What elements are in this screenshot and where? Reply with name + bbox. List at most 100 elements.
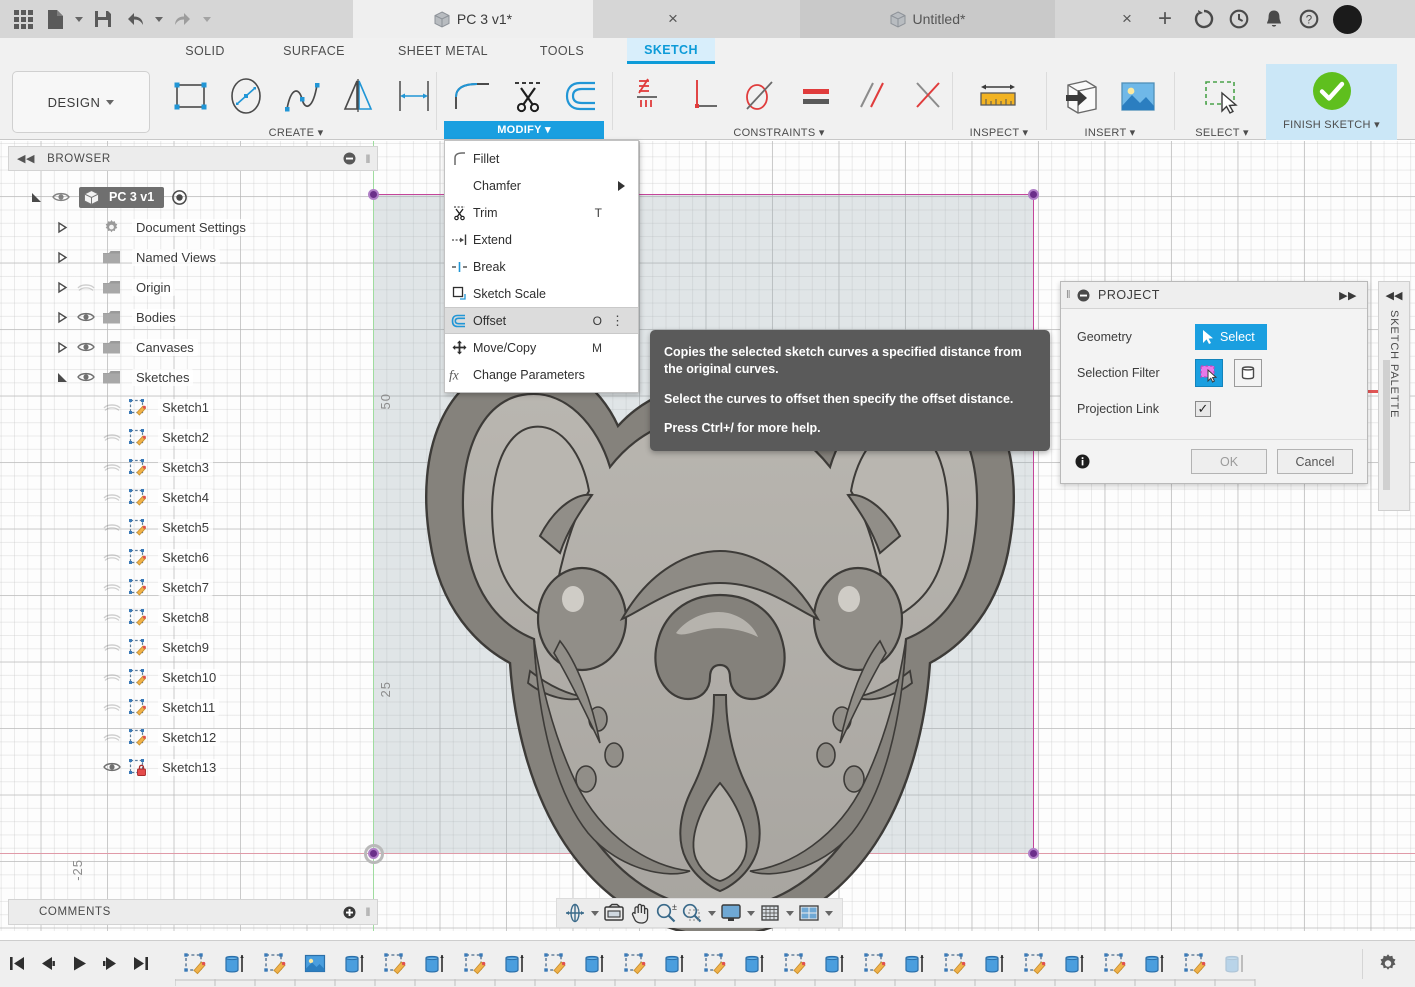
close-tab-2-icon[interactable]: × [1122,9,1132,29]
minus-circle-icon[interactable] [1077,289,1090,302]
tree-item-sketch11[interactable]: Sketch11 [8,692,378,722]
select-window-icon[interactable] [1194,70,1250,122]
panel-create-label[interactable]: CREATE ▾ [162,126,430,139]
tangent-icon[interactable] [732,70,788,122]
document-tab-inactive[interactable]: Untitled* [800,0,1055,38]
fillet-icon[interactable] [444,70,500,122]
insert-derive-icon[interactable] [1054,70,1110,122]
tree-item-bodies[interactable]: Bodies [8,302,378,332]
timeline-feature-sketch[interactable] [695,949,735,979]
expand-triangle-icon[interactable] [56,371,72,384]
design-workspace-button[interactable]: DESIGN [12,71,150,133]
info-icon[interactable] [1075,454,1090,469]
tree-item-canvases[interactable]: Canvases [8,332,378,362]
grid-snaps-icon[interactable] [758,901,782,925]
cancel-button[interactable]: Cancel [1277,449,1353,474]
redo-caret-icon[interactable] [200,4,214,34]
viewports-icon[interactable] [797,901,821,925]
visibility-eye-icon[interactable] [52,191,70,203]
new-document-tab-button[interactable]: + [1147,0,1183,38]
timeline-feature-sketch[interactable] [1095,949,1135,979]
zoom-window-icon[interactable] [680,901,704,925]
visibility-eye-icon[interactable] [98,551,125,563]
sketch-point-bottom-left[interactable] [368,848,379,859]
close-tab-1-icon[interactable]: × [668,9,678,29]
perpendicular-icon[interactable] [676,70,732,122]
timeline-feature-extrude-pending[interactable] [1215,949,1255,979]
tree-item-sketch2[interactable]: Sketch2 [8,422,378,452]
plus-circle-icon[interactable] [343,906,356,919]
menu-item-chamfer[interactable]: Chamfer [445,172,638,199]
visibility-eye-icon[interactable] [98,401,125,413]
expand-right-icon[interactable]: ▶▶ [1339,289,1357,302]
timeline-feature-extrude[interactable] [735,949,775,979]
zoom-window-caret-icon[interactable] [706,901,717,925]
menu-item-fillet[interactable]: Fillet [445,145,638,172]
tree-item-sketch12[interactable]: Sketch12 [8,722,378,752]
menu-item-change-parameters[interactable]: fx Change Parameters [445,361,638,388]
tree-item-sketch9[interactable]: Sketch9 [8,632,378,662]
finish-sketch-button[interactable]: FINISH SKETCH ▾ [1266,64,1397,140]
file-menu-caret-icon[interactable] [72,4,86,34]
timeline-feature-extrude[interactable] [1055,949,1095,979]
tree-root-row[interactable]: PC 3 v1 [8,182,378,212]
visibility-eye-icon[interactable] [98,611,125,623]
timeline-feature-sketch[interactable] [175,949,215,979]
timeline-feature-extrude[interactable] [815,949,855,979]
canvas-scrollbar[interactable] [1383,360,1390,490]
tree-item-sketch8[interactable]: Sketch8 [8,602,378,632]
timeline-feature-sketch[interactable] [615,949,655,979]
collapse-left-icon[interactable]: ◀◀ [17,152,35,165]
timeline-feature-sketch[interactable] [1015,949,1055,979]
tree-item-sketch3[interactable]: Sketch3 [8,452,378,482]
timeline-feature-sketch[interactable] [455,949,495,979]
panel-constraints-label[interactable]: CONSTRAINTS ▾ [620,126,938,139]
zoom-icon[interactable]: ± [654,901,678,925]
sketch-point-top-right[interactable] [1028,189,1039,200]
comments-resize-handle[interactable]: ‖ [365,905,371,919]
help-icon[interactable]: ? [1298,8,1320,30]
browser-resize-handle[interactable]: ‖ [365,152,371,166]
visibility-eye-icon[interactable] [98,431,125,443]
tab-surface[interactable]: SURFACE [266,38,362,64]
timeline-feature-sketch[interactable] [775,949,815,979]
timeline-feature-sketch[interactable] [1175,949,1215,979]
timeline-feature-sketch[interactable] [855,949,895,979]
insert-canvas-image-icon[interactable] [1110,70,1166,122]
visibility-eye-icon[interactable] [98,491,125,503]
trim-scissors-icon[interactable] [500,70,556,122]
filter-specify-entities-icon[interactable] [1195,359,1223,387]
timeline-feature-extrude[interactable] [655,949,695,979]
visibility-eye-icon[interactable] [98,461,125,473]
coincident-icon[interactable] [900,70,956,122]
step-back-icon[interactable] [37,950,59,976]
timeline-feature-extrude[interactable] [495,949,535,979]
go-to-end-icon[interactable] [130,950,152,976]
equal-icon[interactable] [788,70,844,122]
tree-item-sketch4[interactable]: Sketch4 [8,482,378,512]
timeline-feature-sketch[interactable] [935,949,975,979]
visibility-eye-icon[interactable] [72,281,99,293]
expand-triangle-icon[interactable] [56,341,72,354]
geometry-select-button[interactable]: Select [1195,324,1267,350]
visibility-eye-icon[interactable] [72,371,99,383]
document-tab-active[interactable]: PC 3 v1* [353,0,593,38]
gear-icon[interactable] [1377,953,1399,975]
ellipse-icon[interactable] [218,70,274,122]
menu-item-break[interactable]: Break [445,253,638,280]
mirror-icon[interactable] [330,70,386,122]
tab-sheet-metal[interactable]: SHEET METAL [383,38,503,64]
tab-solid[interactable]: SOLID [163,38,247,64]
timeline-feature-sketch[interactable] [255,949,295,979]
orbit-caret-icon[interactable] [589,901,600,925]
tree-item-origin[interactable]: Origin [8,272,378,302]
visibility-eye-icon[interactable] [98,671,125,683]
timeline-feature-sketch[interactable] [375,949,415,979]
measure-icon[interactable] [970,70,1026,122]
tree-item-sketch7[interactable]: Sketch7 [8,572,378,602]
visibility-eye-icon[interactable] [72,341,99,353]
timeline-feature-extrude[interactable] [575,949,615,979]
notifications-bell-icon[interactable] [1263,8,1285,30]
expand-triangle-icon[interactable] [56,251,72,264]
timeline-feature-canvas[interactable] [295,949,335,979]
